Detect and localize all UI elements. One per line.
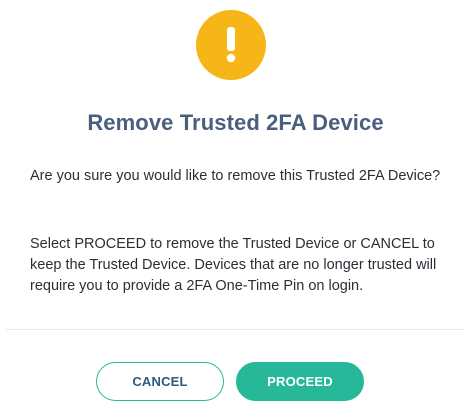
cancel-button[interactable]: CANCEL xyxy=(96,362,224,401)
instructions-text: Select PROCEED to remove the Trusted Dev… xyxy=(30,236,437,294)
warning-icon xyxy=(196,10,266,80)
confirmation-question: Are you sure you would like to remove th… xyxy=(30,168,441,184)
dialog-title: Remove Trusted 2FA Device xyxy=(87,110,384,135)
divider xyxy=(6,329,465,330)
proceed-button[interactable]: PROCEED xyxy=(236,362,364,401)
remove-device-dialog: Remove Trusted 2FA Device Are you sure y… xyxy=(0,0,471,420)
